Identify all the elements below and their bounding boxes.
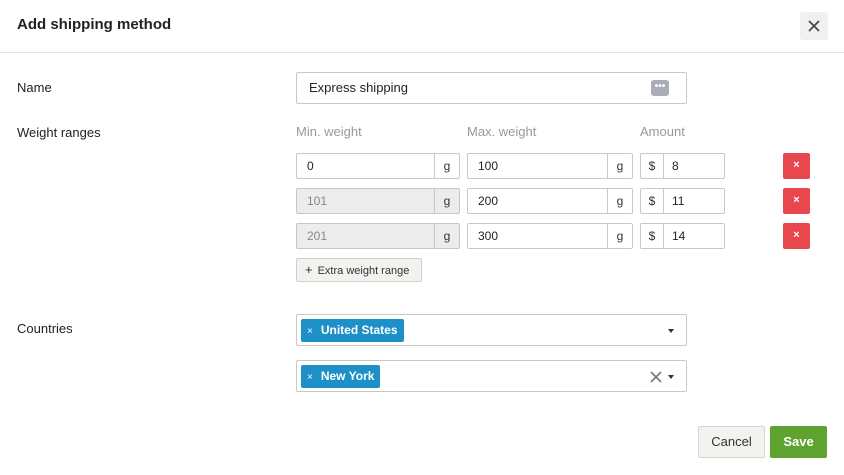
country-tag: × United States <box>301 319 404 342</box>
max-weight-input[interactable]: 100 g <box>467 153 633 179</box>
max-weight-value: 300 <box>478 229 499 243</box>
min-weight-value: 101 <box>307 194 328 208</box>
name-input[interactable] <box>309 80 629 95</box>
min-weight-unit: g <box>434 154 459 178</box>
amount-header: Amount <box>640 124 685 139</box>
chevron-down-icon[interactable] <box>668 375 674 379</box>
amount-input[interactable]: $ 11 <box>640 188 725 214</box>
min-weight-input-disabled: 201 g <box>296 223 460 249</box>
remove-tag-icon[interactable]: × <box>307 372 313 383</box>
amount-input[interactable]: $ 8 <box>640 153 725 179</box>
min-weight-input[interactable]: 0 g <box>296 153 460 179</box>
max-weight-unit: g <box>607 154 632 178</box>
max-weight-input[interactable]: 300 g <box>467 223 633 249</box>
max-weight-unit: g <box>607 189 632 213</box>
remove-tag-icon[interactable]: × <box>307 326 313 337</box>
currency-symbol: $ <box>641 189 664 213</box>
max-weight-input[interactable]: 200 g <box>467 188 633 214</box>
amount-value: 8 <box>672 159 679 173</box>
max-weight-header: Max. weight <box>467 124 537 139</box>
countries-label: Countries <box>17 321 73 336</box>
min-weight-value: 201 <box>307 229 328 243</box>
min-weight-value: 0 <box>307 159 314 173</box>
region-tag-label: New York <box>320 369 375 383</box>
currency-symbol: $ <box>641 154 664 178</box>
currency-symbol: $ <box>641 224 664 248</box>
extra-weight-range-label: Extra weight range <box>317 265 410 277</box>
max-weight-value: 200 <box>478 194 499 208</box>
min-weight-header: Min. weight <box>296 124 362 139</box>
region-select[interactable]: × New York <box>296 360 687 392</box>
min-weight-unit: g <box>434 224 459 248</box>
max-weight-value: 100 <box>478 159 499 173</box>
amount-input[interactable]: $ 14 <box>640 223 725 249</box>
min-weight-input-disabled: 101 g <box>296 188 460 214</box>
weight-ranges-label: Weight ranges <box>17 125 101 140</box>
delete-range-button[interactable]: × <box>783 188 810 214</box>
close-icon <box>808 20 820 32</box>
region-tag: × New York <box>301 365 381 388</box>
save-button[interactable]: Save <box>770 426 827 458</box>
chevron-down-icon[interactable] <box>668 329 674 333</box>
max-weight-unit: g <box>607 224 632 248</box>
delete-range-button[interactable]: × <box>783 153 810 179</box>
amount-value: 11 <box>672 194 685 208</box>
plus-icon: + <box>305 262 313 277</box>
name-label: Name <box>17 80 52 95</box>
country-select[interactable]: × United States <box>296 314 687 346</box>
dialog-title: Add shipping method <box>17 16 172 33</box>
dialog-header: Add shipping method <box>0 0 844 53</box>
amount-value: 14 <box>672 229 686 243</box>
delete-range-button[interactable]: × <box>783 223 810 249</box>
min-weight-unit: g <box>434 189 459 213</box>
clear-icon[interactable] <box>650 371 662 383</box>
cancel-button[interactable]: Cancel <box>698 426 765 458</box>
more-options-icon[interactable]: ••• <box>651 80 669 96</box>
close-button[interactable] <box>800 12 828 40</box>
country-tag-label: United States <box>320 323 398 337</box>
extra-weight-range-button[interactable]: + Extra weight range <box>296 258 422 282</box>
name-field[interactable]: ••• <box>296 72 687 104</box>
